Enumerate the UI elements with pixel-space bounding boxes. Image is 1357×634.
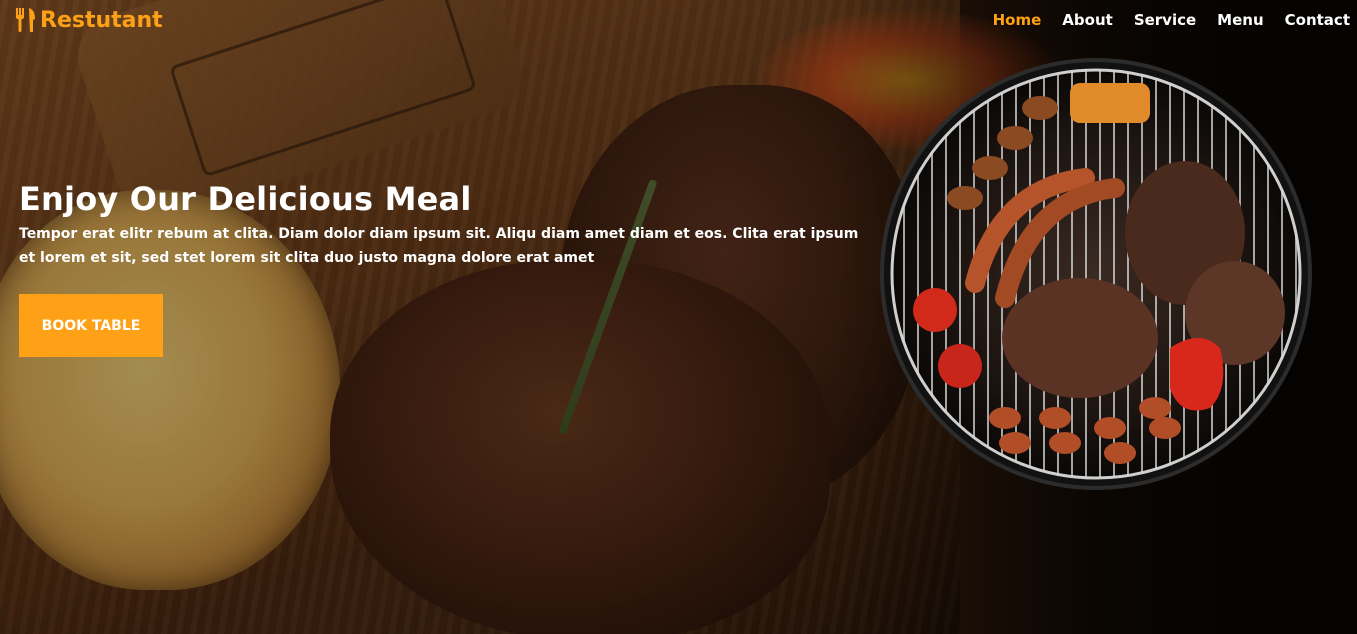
navbar: Restutant Home About Service Menu Contac… <box>0 0 1357 40</box>
brand-name: Restutant <box>40 7 163 33</box>
nav-link-contact[interactable]: Contact <box>1285 11 1350 29</box>
nav-link-menu[interactable]: Menu <box>1217 11 1263 29</box>
nav-links: Home About Service Menu Contact <box>972 11 1350 29</box>
bbq-grill-illustration <box>880 58 1312 490</box>
hero-description: Tempor erat elitr rebum at clita. Diam d… <box>19 226 859 266</box>
bbq-grill-image <box>880 58 1312 490</box>
book-table-button[interactable]: BOOK TABLE <box>19 294 163 357</box>
hero-title: Enjoy Our Delicious Meal <box>19 180 472 218</box>
hero-section: Restutant Home About Service Menu Contac… <box>0 0 1357 634</box>
nav-link-service[interactable]: Service <box>1134 11 1196 29</box>
nav-link-home[interactable]: Home <box>993 11 1042 29</box>
brand-logo[interactable]: Restutant <box>14 7 163 33</box>
nav-link-about[interactable]: About <box>1062 11 1113 29</box>
hero-text: Enjoy Our Delicious Meal Tempor erat eli… <box>19 180 879 270</box>
utensils-icon <box>16 8 35 32</box>
